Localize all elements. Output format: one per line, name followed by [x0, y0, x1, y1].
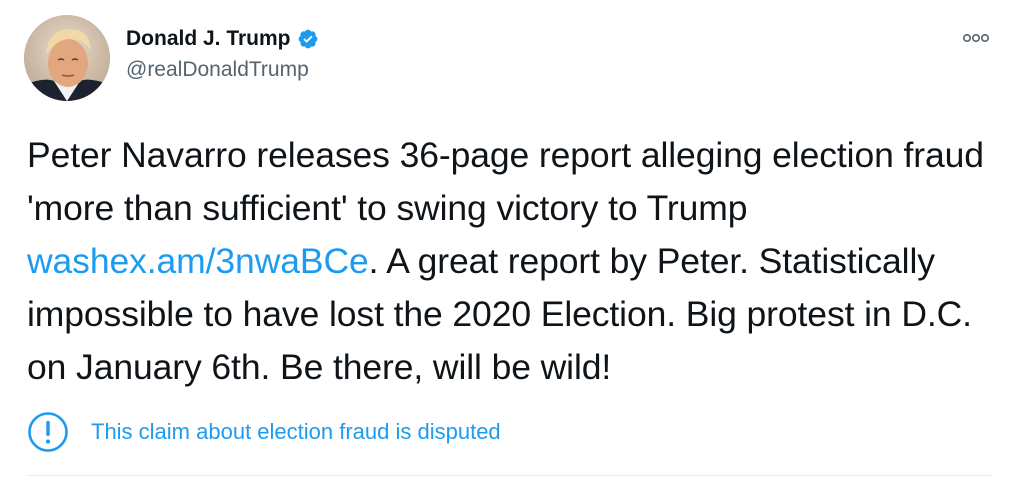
tweet-text: Peter Navarro releases 36-page report al…: [27, 129, 1002, 394]
divider: [27, 475, 993, 476]
tweet-text-part1: Peter Navarro releases 36-page report al…: [27, 135, 984, 228]
exclamation-circle-icon: [28, 412, 68, 452]
name-row: Donald J. Trump: [126, 26, 319, 52]
more-options-icon: [962, 33, 989, 43]
user-info: Donald J. Trump @realDonaldTrump: [126, 26, 319, 82]
display-name[interactable]: Donald J. Trump: [126, 27, 291, 51]
verified-badge-icon: [298, 29, 317, 49]
tweet-card: Donald J. Trump @realDonaldTrump Peter N…: [0, 0, 1023, 491]
disputed-notice-label: This claim about election fraud is dispu…: [91, 419, 501, 444]
user-handle[interactable]: @realDonaldTrump: [126, 58, 319, 82]
tweet-link[interactable]: washex.am/3nwaBCe: [27, 241, 369, 281]
avatar[interactable]: [24, 15, 110, 101]
more-options-button[interactable]: [956, 26, 996, 50]
disputed-notice[interactable]: This claim about election fraud is dispu…: [27, 411, 501, 453]
